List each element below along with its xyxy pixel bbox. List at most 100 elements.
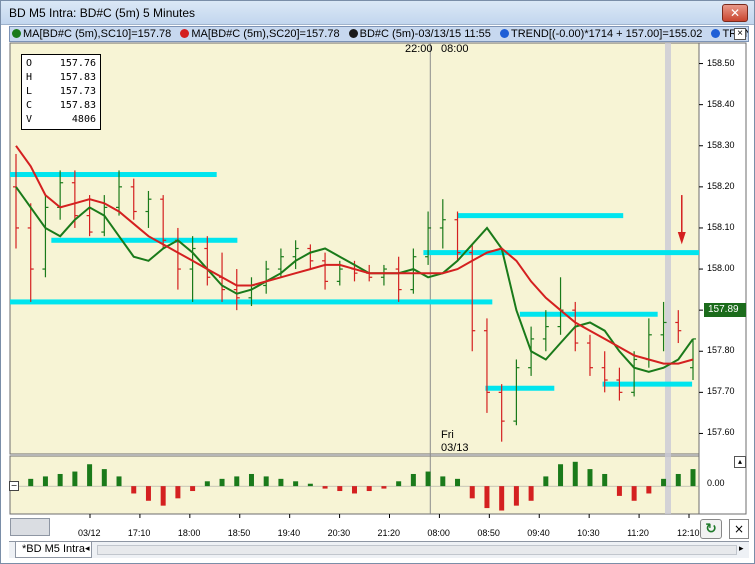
price-axis-background [698,42,747,515]
price-chart[interactable] [1,1,755,564]
price-axis-label: 158.30 [707,139,735,150]
price-axis-label: 157.70 [707,386,735,397]
volume-bar [190,486,196,492]
volume-bar [587,469,593,487]
support-resistance-level [457,213,624,219]
support-resistance-level [485,385,555,391]
price-axis-label: 158.20 [707,180,735,191]
time-axis-label: 12:10 [677,528,700,538]
volume-bar [72,471,78,487]
volume-bar [248,473,254,487]
volume-bar [602,473,608,487]
volume-bar [175,486,181,499]
time-axis-label: 03/12 [78,528,101,538]
day-name-label: Fri [441,429,454,441]
scroll-right-icon[interactable]: ▸ [739,544,744,554]
volume-bar [293,481,299,487]
volume-bar [396,481,402,487]
scroll-left-icon[interactable]: ◂ [85,544,90,554]
price-axis-label: 157.80 [707,345,735,356]
support-resistance-level [51,237,238,243]
tab-bd-m5-intra[interactable]: *BD M5 Intra [15,542,92,558]
volume-bar [28,478,34,487]
time-axis-label: 08:00 [427,528,450,538]
tab-bar: *BD M5 Intra ◂ ▸ [9,541,749,558]
volume-bar [469,486,475,499]
price-axis-label: 158.00 [707,263,735,274]
time-axis-label: 11:20 [627,528,649,538]
current-price-badge: 157.89 [704,303,746,317]
time-axis-label: 09:40 [527,528,550,538]
volume-bar [160,486,166,506]
time-axis-label: 08:50 [477,528,500,538]
price-axis-label: 158.50 [707,57,735,68]
volume-bar [204,481,210,487]
volume-bar [263,476,269,487]
horizontal-scrollbar[interactable] [97,545,737,555]
volume-bar [322,486,328,489]
volume-bar [455,478,461,487]
price-axis-label: 158.40 [707,98,735,109]
chart-window: BD M5 Intra: BD#C (5m) 5 Minutes ✕ MA[BD… [0,0,755,564]
volume-bar [440,476,446,487]
volume-bar [57,473,63,487]
ohlc-volume: V 4806 [26,114,96,125]
support-resistance-level [10,172,217,178]
time-axis-label: 19:40 [277,528,301,538]
price-axis-label: 157.60 [707,427,735,438]
support-resistance-level [519,311,658,317]
volume-bar [572,461,578,487]
volume-bar [42,476,48,487]
time-axis-label: 21:20 [377,528,401,538]
ohlc-high: H 157.83 [26,72,96,83]
volume-zero-label: 0.00 [707,478,725,488]
support-resistance-level [602,381,693,387]
volume-bar [116,476,122,487]
volume-bar [337,486,343,492]
pane-collapse-icon[interactable]: ▴ [734,456,746,468]
volume-pane-toggle-icon[interactable]: − [9,481,19,491]
ohlc-low: L 157.73 [26,86,96,97]
volume-bar [661,478,667,487]
volume-bar [543,476,549,487]
volume-bar [646,486,652,494]
time-axis-label: 20:30 [327,528,351,538]
volume-bar [616,486,622,496]
chart-scroll-thumb[interactable] [10,518,50,536]
volume-bar [425,471,431,487]
volume-bar [278,478,284,487]
ohlc-close: C 157.83 [26,100,96,111]
session-start-label: 22:00 [405,43,433,55]
volume-bar [366,486,372,492]
volume-bar [675,473,681,487]
volume-bar [131,486,137,494]
volume-bar [87,464,93,487]
volume-bar [499,486,505,511]
volume-bar [631,486,637,501]
volume-bar [513,486,519,506]
time-axis-label: 18:50 [227,528,251,538]
volume-bar [410,473,416,487]
day-date-label: 03/13 [441,442,469,454]
close-pane-button[interactable]: × [729,519,749,539]
volume-bar [352,486,357,494]
ohlc-open: O 157.76 [26,58,96,69]
volume-bar [145,486,151,501]
volume-bar [558,464,564,487]
volume-bar [381,486,387,489]
price-axis-label: 158.10 [707,221,735,232]
time-axis-label: 10:30 [577,528,600,538]
volume-bar [307,483,313,487]
session-open-label: 08:00 [441,43,469,55]
volume-bar [484,486,490,509]
volume-bar [234,476,240,487]
ohlc-readout: O 157.76 H 157.83 L 157.73 C 157.83 V 4806 [21,54,101,130]
volume-bar [528,486,534,501]
volume-bar [101,469,107,487]
refresh-button[interactable]: ↻ [700,519,722,539]
time-axis-label: 17:10 [127,528,151,538]
time-axis-label: 18:00 [177,528,201,538]
volume-bar [690,469,696,487]
volume-pane-background [9,455,700,515]
volume-bar [219,478,225,487]
